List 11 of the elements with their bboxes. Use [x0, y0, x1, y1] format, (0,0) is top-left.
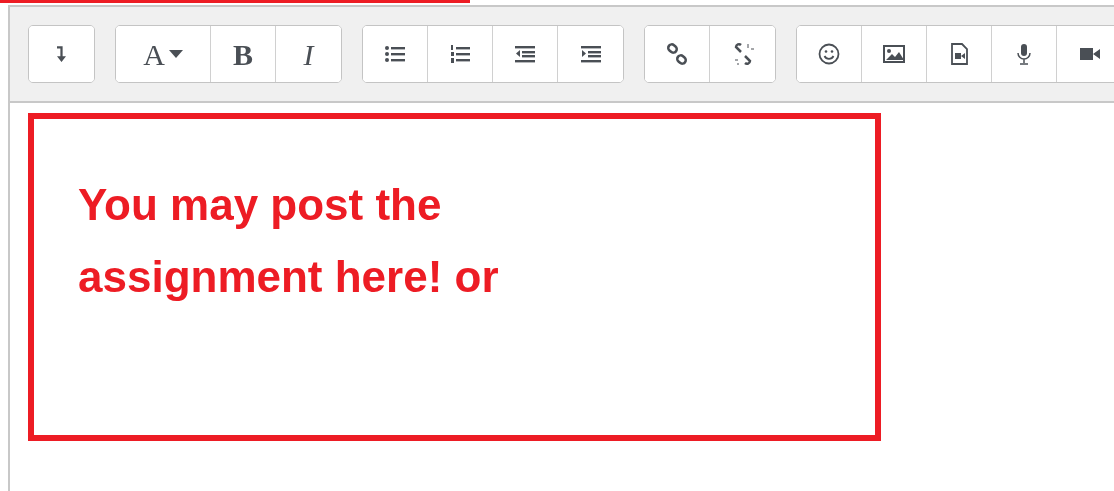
- caret-icon: [168, 50, 183, 58]
- bullets-button[interactable]: [363, 26, 428, 82]
- font-color-button[interactable]: A: [116, 26, 211, 82]
- link-icon: [665, 42, 689, 66]
- image-icon: [882, 42, 906, 66]
- arrow-down-icon: [57, 46, 66, 62]
- numbered-list-icon: [448, 42, 472, 66]
- emoji-button[interactable]: [797, 26, 862, 82]
- editor-text: You may post the assignment here! or: [78, 179, 500, 303]
- smiley-icon: [817, 42, 841, 66]
- link-button[interactable]: [645, 26, 710, 82]
